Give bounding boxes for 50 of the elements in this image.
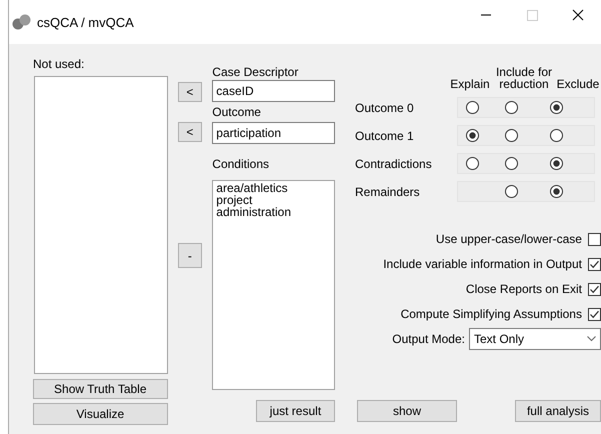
field-label: Outcome (212, 104, 262, 120)
option-label: Use upper-case/lower-case (436, 231, 582, 247)
radio-button[interactable] (550, 185, 564, 198)
remove-button[interactable]: - (178, 243, 202, 268)
radio-button[interactable] (504, 185, 518, 198)
column-header: Include for reduction (494, 66, 553, 90)
not-used-list[interactable] (34, 76, 168, 374)
chevron-icon (586, 336, 596, 342)
checkbox[interactable] (588, 282, 601, 296)
case-descriptor-field[interactable]: caseID (212, 80, 335, 102)
row-label: Remainders (354, 184, 421, 200)
radio-button[interactable] (504, 101, 518, 114)
field-label: Output Mode: (392, 331, 465, 347)
checkbox[interactable] (588, 232, 601, 246)
list-item[interactable]: area/athletics (216, 182, 331, 194)
checkbox[interactable] (588, 258, 601, 270)
column-header: Exclude (556, 78, 600, 90)
radio-button[interactable] (466, 129, 480, 142)
column-header: Explain (449, 78, 491, 90)
outcome-field[interactable]: participation (212, 122, 335, 144)
option-label: Close Reports on Exit (466, 281, 582, 297)
show-button[interactable]: show (356, 400, 457, 422)
visualize-button[interactable]: Visualize (33, 403, 168, 425)
radio-button[interactable] (466, 157, 480, 170)
list-item[interactable]: project (216, 194, 331, 206)
move-button[interactable]: < (178, 82, 202, 102)
row-label: Outcome 1 (354, 128, 415, 144)
radio-button[interactable] (466, 101, 480, 114)
conditions-list[interactable]: area/athletics project administration (212, 180, 335, 390)
option-label: Include variable information in Output (383, 256, 582, 272)
full-analysis-button[interactable]: full analysis (514, 400, 601, 422)
move-button[interactable]: < (178, 122, 202, 142)
window-title: csQCA / mvQCA (37, 14, 135, 30)
row-label: Contradictions (354, 156, 433, 172)
radio-button[interactable] (504, 129, 518, 142)
list-label: Not used: (33, 56, 86, 72)
checkbox[interactable] (588, 308, 601, 320)
row-label: Outcome 0 (354, 100, 415, 116)
just-result-button[interactable]: just result (256, 400, 335, 422)
radio-button[interactable] (504, 157, 518, 170)
radio-button[interactable] (550, 101, 564, 114)
list-item[interactable]: administration (216, 206, 331, 218)
field-label: Case Descriptor (212, 64, 300, 80)
output-mode-dropdown[interactable]: Text Only (468, 328, 601, 350)
field-label: Conditions (212, 156, 270, 172)
radio-button[interactable] (550, 129, 564, 142)
radio-button[interactable] (550, 157, 564, 170)
app-icon (11, 14, 33, 30)
truth-table-button[interactable]: Show Truth Table (33, 379, 168, 399)
option-label: Compute Simplifying Assumptions (400, 306, 582, 322)
